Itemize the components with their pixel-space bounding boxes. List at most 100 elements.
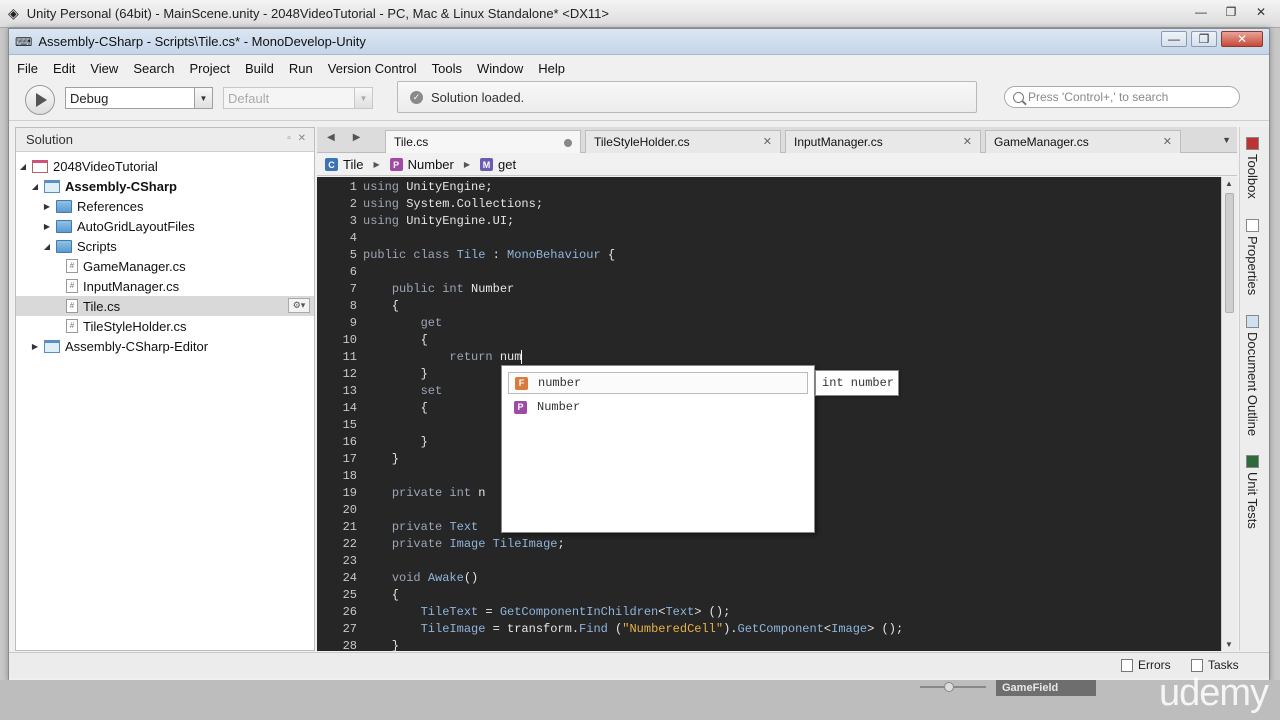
close-tab-icon[interactable]: ✕ — [963, 135, 972, 148]
line-number: 7 — [349, 282, 357, 296]
close-tab-icon[interactable]: ✕ — [763, 135, 772, 148]
global-search-input[interactable]: Press 'Control+,' to search — [1004, 86, 1240, 108]
errors-icon — [1121, 658, 1133, 672]
line-number: 15 — [342, 418, 357, 432]
tree-item-solution[interactable]: ◢ 2048VideoTutorial — [16, 156, 314, 176]
monodevelop-logo-icon: ⌨ — [15, 34, 33, 49]
line-number: 17 — [342, 452, 357, 466]
tree-item-tile[interactable]: # Tile.cs ⚙▾ — [16, 296, 314, 316]
tab-nav-arrows-icon[interactable]: ◀▶ — [327, 132, 378, 143]
line-number: 4 — [349, 231, 357, 245]
configuration-select[interactable]: Debug ▼ — [65, 87, 213, 109]
menu-project[interactable]: Project — [190, 61, 230, 76]
scrollbar-thumb[interactable] — [1225, 193, 1234, 313]
tree-item-gamemanager[interactable]: # GameManager.cs — [16, 256, 314, 276]
tree-item-assembly-csharp-editor[interactable]: ▶ Assembly-CSharp-Editor — [16, 336, 314, 356]
dock-toolbox[interactable]: Toolbox — [1245, 137, 1260, 199]
menu-help[interactable]: Help — [538, 61, 565, 76]
menu-file[interactable]: File — [17, 61, 38, 76]
chevron-down-icon: ▼ — [354, 88, 372, 108]
line-number: 10 — [342, 333, 357, 347]
editor-scrollbar[interactable]: ▲ ▼ — [1221, 177, 1237, 651]
line-number: 5 — [349, 248, 357, 262]
breadcrumb-class[interactable]: Tile — [343, 157, 363, 172]
menu-search[interactable]: Search — [133, 61, 174, 76]
run-button[interactable] — [25, 85, 55, 115]
zoom-slider-knob[interactable] — [944, 682, 954, 692]
tree-item-scripts[interactable]: ◢ Scripts — [16, 236, 314, 256]
menu-edit[interactable]: Edit — [53, 61, 75, 76]
breadcrumb-accessor[interactable]: get — [498, 157, 516, 172]
line-number: 11 — [342, 350, 357, 364]
tab-tile[interactable]: Tile.cs — [385, 130, 581, 153]
expand-icon[interactable]: ▶ — [30, 342, 40, 351]
chevron-right-icon: ▶ — [373, 160, 380, 169]
line-number: 18 — [342, 469, 357, 483]
tab-tilestyleholder[interactable]: TileStyleHolder.cs ✕ — [585, 130, 781, 153]
line-number: 26 — [342, 605, 357, 619]
tab-gamemanager[interactable]: GameManager.cs ✕ — [985, 130, 1181, 153]
dock-properties[interactable]: Properties — [1245, 219, 1260, 295]
menu-view[interactable]: View — [90, 61, 118, 76]
dock-document-outline[interactable]: Document Outline — [1245, 315, 1260, 436]
tree-item-tilestyleholder[interactable]: # TileStyleHolder.cs — [16, 316, 314, 336]
restore-icon[interactable]: ❐ — [1191, 31, 1217, 47]
tree-item-assembly-csharp[interactable]: ◢ Assembly-CSharp — [16, 176, 314, 196]
expand-icon[interactable]: ▶ — [42, 202, 52, 211]
menu-build[interactable]: Build — [245, 61, 274, 76]
menu-tools[interactable]: Tools — [432, 61, 462, 76]
md-window-title: Assembly-CSharp - Scripts\Tile.cs* - Mon… — [38, 34, 366, 49]
tree-item-label: Assembly-CSharp — [65, 178, 177, 194]
folder-icon — [56, 219, 72, 233]
tasks-icon — [1191, 658, 1203, 672]
line-number: 12 — [342, 367, 357, 381]
tree-item-inputmanager[interactable]: # InputManager.cs — [16, 276, 314, 296]
expand-icon[interactable]: ◢ — [42, 242, 52, 251]
breadcrumb-property[interactable]: Number — [408, 157, 454, 172]
scroll-down-icon[interactable]: ▼ — [1225, 640, 1233, 649]
close-icon[interactable]: ✕ — [1248, 3, 1274, 21]
text-cursor — [521, 349, 523, 364]
tab-list-icon[interactable]: ▼ — [1222, 135, 1231, 145]
close-tab-icon[interactable]: ✕ — [1163, 135, 1172, 148]
dock-unit-tests[interactable]: Unit Tests — [1245, 455, 1260, 529]
tree-item-label: Tile.cs — [83, 298, 121, 314]
method-icon: M — [480, 158, 494, 171]
maximize-icon[interactable]: ❐ — [1218, 3, 1244, 21]
menu-version-control[interactable]: Version Control — [328, 61, 417, 76]
completion-item-number-field[interactable]: F number — [508, 372, 808, 394]
unit-tests-icon — [1246, 455, 1259, 468]
gear-icon[interactable]: ⚙▾ — [288, 298, 310, 313]
tab-inputmanager[interactable]: InputManager.cs ✕ — [785, 130, 981, 153]
properties-icon — [1246, 219, 1259, 232]
tree-item-autogridlayoutfiles[interactable]: ▶ AutoGridLayoutFiles — [16, 216, 314, 236]
menu-run[interactable]: Run — [289, 61, 313, 76]
code-line: 27 TileImage = transform.Find ("Numbered… — [317, 621, 1221, 638]
scroll-up-icon[interactable]: ▲ — [1225, 179, 1233, 188]
tasks-button[interactable]: Tasks — [1191, 658, 1239, 672]
editor-tab-bar: ◀▶ Tile.cs TileStyleHolder.cs ✕ InputMan… — [317, 127, 1237, 153]
minimize-icon[interactable]: — — [1161, 31, 1187, 47]
errors-button[interactable]: Errors — [1121, 658, 1171, 672]
line-number: 16 — [342, 435, 357, 449]
minimize-icon[interactable]: — — [1188, 3, 1214, 21]
gamefield-label: GameField — [996, 680, 1096, 696]
expand-icon[interactable]: ▶ — [42, 222, 52, 231]
expand-icon[interactable]: ◢ — [18, 162, 28, 171]
toolbox-icon — [1246, 137, 1259, 150]
csharp-file-icon: # — [66, 259, 78, 273]
code-line: 23 — [317, 553, 1221, 570]
code-line: 28 } — [317, 638, 1221, 651]
tree-item-references[interactable]: ▶ References — [16, 196, 314, 216]
pad-close-icon[interactable]: ▫ ✕ — [287, 133, 308, 144]
dock-label: Document Outline — [1245, 332, 1260, 437]
close-icon[interactable]: ✕ — [1221, 31, 1263, 47]
modified-dot-icon[interactable] — [564, 139, 572, 147]
expand-icon[interactable]: ◢ — [30, 182, 40, 191]
main-toolbar: Debug ▼ Default ▼ ✓ Solution loaded. Pre… — [9, 81, 1269, 121]
completion-list: F number P Number — [501, 365, 815, 533]
completion-item-number-property[interactable]: P Number — [508, 396, 808, 418]
line-number: 1 — [349, 180, 357, 194]
menu-window[interactable]: Window — [477, 61, 523, 76]
line-number: 25 — [342, 588, 357, 602]
